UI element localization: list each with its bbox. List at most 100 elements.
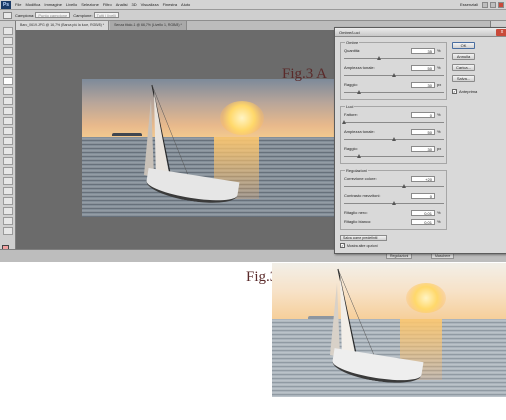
clone-stamp-tool-icon[interactable] (3, 107, 13, 115)
sample-layers-label: Campione: (73, 12, 93, 18)
black-clip-input[interactable]: 0,01 (411, 210, 435, 216)
preview-checkbox[interactable]: ✓ Anteprima (452, 89, 477, 94)
shadows-tonal-width-slider-thumb[interactable] (392, 73, 396, 77)
cancel-button[interactable]: Annulla (452, 53, 475, 60)
sample-layers-select[interactable]: Tutti i livelli (93, 12, 120, 18)
sun (220, 101, 264, 135)
sample-select[interactable]: Punto campione (35, 12, 71, 18)
eraser-tool-icon[interactable] (3, 127, 13, 135)
sailboat-photo-result (272, 263, 506, 397)
menu-bar: Ps File Modifica Immagine Livello Selezi… (0, 0, 506, 10)
highlights-tonal-width-label: Ampiezza tonale: (344, 129, 375, 134)
shadows-radius-input[interactable]: 30 (411, 82, 435, 88)
path-selection-tool-icon[interactable] (3, 187, 13, 195)
midtone-contrast-label: Contrasto mezzitoni: (344, 193, 381, 198)
brush-tool-icon[interactable] (3, 97, 13, 105)
minimize-icon[interactable] (482, 1, 488, 8)
color-correction-slider-thumb[interactable] (402, 184, 406, 188)
photoshop-logo: Ps (1, 0, 11, 9)
highlights-amount-input[interactable]: 0 (411, 112, 435, 118)
eyedropper-tool-icon[interactable] (3, 11, 12, 19)
save-as-defaults-button[interactable]: Salva come predefiniti (340, 235, 387, 241)
dodge-tool-icon[interactable] (3, 157, 13, 165)
type-tool-icon[interactable] (3, 177, 13, 185)
black-clip-label: Ritaglio nero: (344, 210, 368, 215)
document-tab[interactable]: Senza titolo-1 @ 66,7% (Livello 1, RGB/8… (110, 21, 187, 30)
sample-label: Campiona: (15, 12, 35, 18)
color-correction-input[interactable]: +20 (411, 176, 435, 182)
white-clip-input[interactable]: 0,01 (411, 219, 435, 225)
quick-selection-tool-icon[interactable] (3, 57, 13, 65)
shadows-tonal-width-unit: % (437, 65, 441, 70)
ok-button[interactable]: OK (452, 42, 475, 49)
menu-analysis[interactable]: Analisi (114, 2, 130, 7)
zoom-tool-icon[interactable] (3, 227, 13, 235)
shadows-amount-row: Quantità: 35 % (344, 48, 444, 65)
document-tab-active[interactable]: Barc_0619.JPG @ 16,7% (Barca più la luce… (16, 21, 110, 30)
menu-3d[interactable]: 3D (130, 2, 139, 7)
preview-check-icon[interactable]: ✓ (452, 89, 457, 94)
shadows-radius-slider-thumb[interactable] (357, 90, 361, 94)
menu-image[interactable]: Immagine (42, 2, 64, 7)
3d-rotate-tool-icon[interactable] (3, 207, 13, 215)
more-options-check-icon[interactable]: ✓ (340, 243, 345, 248)
midtone-contrast-slider-thumb[interactable] (392, 201, 396, 205)
shadows-amount-slider-thumb[interactable] (377, 56, 381, 60)
menu-file[interactable]: File (13, 2, 23, 7)
shadows-highlights-dialog: Ombre/Luci x Ombre Quantità: 35 % Ampiez… (334, 27, 506, 254)
load-button[interactable]: Carica... (452, 64, 475, 71)
save-button[interactable]: Salva... (452, 75, 475, 82)
shadows-tonal-width-input[interactable]: 50 (411, 65, 435, 71)
lasso-tool-icon[interactable] (3, 47, 13, 55)
highlights-radius-row: Raggio: 30 px (344, 146, 444, 163)
close-window-icon[interactable] (498, 1, 504, 8)
highlights-radius-unit: px (437, 146, 442, 151)
highlights-tonal-width-input[interactable]: 50 (411, 129, 435, 135)
sailboat-photo-edited (82, 79, 334, 217)
shadows-amount-unit: % (437, 48, 441, 53)
blur-tool-icon[interactable] (3, 147, 13, 155)
menu-view[interactable]: Visualizza (139, 2, 161, 7)
menu-select[interactable]: Selezione (79, 2, 101, 7)
highlights-group-title: Luci (345, 104, 355, 109)
move-tool-icon[interactable] (3, 27, 13, 35)
pen-tool-icon[interactable] (3, 167, 13, 175)
highlights-amount-slider[interactable] (344, 122, 444, 123)
highlights-amount-unit: % (437, 112, 441, 117)
highlights-radius-input[interactable]: 30 (411, 146, 435, 152)
menu-filter[interactable]: Filtro (101, 2, 114, 7)
highlights-tonal-width-unit: % (437, 129, 441, 134)
crop-tool-icon[interactable] (3, 67, 13, 75)
midtone-contrast-input[interactable]: 0 (411, 193, 435, 199)
workspace-switcher[interactable]: Essenziali (460, 2, 478, 7)
maximize-icon[interactable] (490, 1, 496, 8)
highlights-amount-slider-thumb[interactable] (342, 120, 346, 124)
menu-help[interactable]: Aiuto (179, 2, 192, 7)
sun (406, 283, 446, 313)
highlights-radius-label: Raggio: (344, 146, 358, 151)
color-correction-label: Correzione colore: (344, 176, 377, 181)
gradient-tool-icon[interactable] (3, 137, 13, 145)
shadows-amount-input[interactable]: 35 (411, 48, 435, 54)
healing-brush-tool-icon[interactable] (3, 87, 13, 95)
close-icon[interactable]: x (496, 29, 506, 36)
shape-tool-icon[interactable] (3, 197, 13, 205)
menu-layer[interactable]: Livello (64, 2, 79, 7)
white-clip-row: Ritaglio bianco: 0,01 % (344, 219, 444, 227)
hand-tool-icon[interactable] (3, 217, 13, 225)
shadows-tonal-width-row: Ampiezza tonale: 50 % (344, 65, 444, 82)
history-brush-tool-icon[interactable] (3, 117, 13, 125)
color-correction-slider[interactable] (344, 186, 444, 187)
highlights-amount-label: Fattore: (344, 112, 358, 117)
highlights-tonal-width-slider-thumb[interactable] (392, 137, 396, 141)
menu-window[interactable]: Finestra (161, 2, 179, 7)
highlights-tonal-width-row: Ampiezza tonale: 50 % (344, 129, 444, 146)
sunset-sky (272, 263, 506, 320)
more-options-checkbox[interactable]: ✓ Mostra altre opzioni (340, 243, 378, 248)
marquee-tool-icon[interactable] (3, 37, 13, 45)
eyedropper-tool-icon[interactable] (3, 77, 13, 85)
adjustments-group: Regolazioni Correzione colore: +20 Contr… (340, 168, 447, 230)
menu-edit[interactable]: Modifica (23, 2, 42, 7)
highlights-radius-slider-thumb[interactable] (357, 154, 361, 158)
shadows-amount-slider[interactable] (344, 58, 444, 59)
